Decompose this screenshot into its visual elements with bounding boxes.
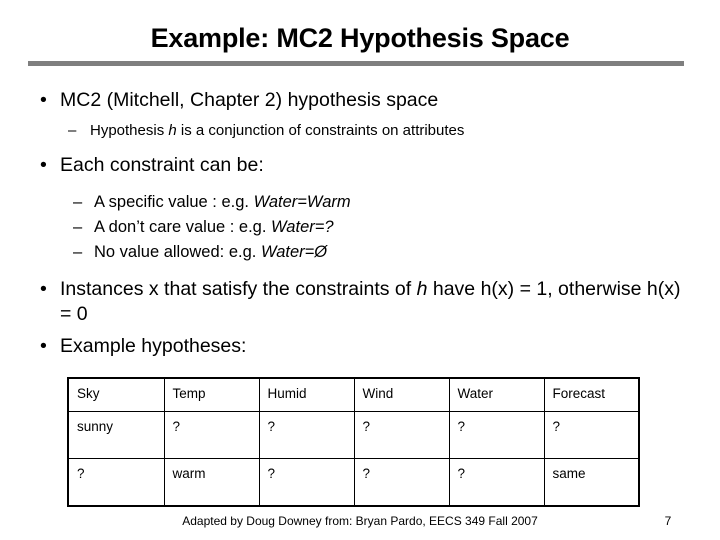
sub-bullet-item-2-1: – A specific value : e.g. Water=Warm <box>28 190 692 215</box>
sub-bullet-item-1-1: – Hypothesis h is a conjunction of const… <box>28 120 692 141</box>
table-cell: ? <box>448 411 545 459</box>
table-header-cell: Temp <box>163 377 260 412</box>
slide: Example: MC2 Hypothesis Space • MC2 (Mit… <box>0 0 720 540</box>
table-header-cell: Sky <box>67 377 165 412</box>
page-title: Example: MC2 Hypothesis Space <box>150 23 570 53</box>
table-cell: ? <box>258 411 355 459</box>
bullet-item-2: • Each constraint can be: <box>28 153 692 178</box>
table-header-cell: Water <box>448 377 545 412</box>
table-cell: ? <box>448 458 545 507</box>
table-header-cell: Forecast <box>543 377 640 412</box>
footer-credit: Adapted by Doug Downey from: Bryan Pardo… <box>182 514 538 528</box>
dash-glyph-icon: – <box>68 122 77 139</box>
table-cell: ? <box>258 458 355 507</box>
table-header-cell: Wind <box>353 377 450 412</box>
table-cell: ? <box>353 458 450 507</box>
bullet-glyph-icon: • <box>40 89 47 111</box>
sub-bullet-2-3-pre: No value allowed: e.g. <box>94 243 261 261</box>
sub-bullet-2-2-pre: A don’t care value : e.g. <box>94 218 272 236</box>
table-cell: ? <box>67 458 165 507</box>
bullet-item-3-pre: Instances x that satisfy the constraints… <box>60 278 417 300</box>
sub-bullet-item-2-3: – No value allowed: e.g. Water=Ø <box>28 240 692 265</box>
bullet-item-4: • Example hypotheses: <box>28 334 692 359</box>
bullet-item-3-italic: h <box>416 278 428 300</box>
dash-glyph-icon: – <box>73 193 83 211</box>
table-header-row: Sky Temp Humid Wind Water Forecast <box>67 377 640 412</box>
bullet-item-2-label: Each constraint can be: <box>60 154 264 176</box>
bullet-glyph-icon: • <box>40 335 47 357</box>
table-row: ? warm ? ? ? same <box>67 458 640 507</box>
sub-bullet-2-3-italic: Water=Ø <box>260 243 328 261</box>
sub-bullet-item-2-2: – A don’t care value : e.g. Water=? <box>28 215 692 240</box>
table-cell: sunny <box>67 411 165 459</box>
table-cell: ? <box>163 411 260 459</box>
sub-bullet-1-1-italic: h <box>168 122 177 139</box>
slide-body: • MC2 (Mitchell, Chapter 2) hypothesis s… <box>28 88 692 361</box>
table-row: sunny ? ? ? ? ? <box>67 411 640 459</box>
table-header-cell: Humid <box>258 377 355 412</box>
dash-glyph-icon: – <box>73 243 83 261</box>
table-cell: warm <box>163 458 260 507</box>
bullet-item-4-label: Example hypotheses: <box>60 335 247 357</box>
bullet-glyph-icon: • <box>40 278 47 300</box>
table-cell: ? <box>353 411 450 459</box>
bullet-item-1-label: MC2 (Mitchell, Chapter 2) hypothesis spa… <box>60 89 439 111</box>
sub-bullet-1-1-post: is a conjunction of constraints on attri… <box>176 122 465 139</box>
bullet-item-3: • Instances x that satisfy the constrain… <box>28 277 692 327</box>
sub-bullet-2-2-italic: Water=? <box>271 218 334 236</box>
sub-bullet-2-1-pre: A specific value : e.g. <box>94 193 254 211</box>
bullet-item-1: • MC2 (Mitchell, Chapter 2) hypothesis s… <box>28 88 692 113</box>
bullet-glyph-icon: • <box>40 154 47 176</box>
sub-bullet-1-1-pre: Hypothesis <box>90 122 169 139</box>
table-cell: same <box>543 458 640 507</box>
sub-bullet-2-1-italic: Water=Warm <box>253 193 351 211</box>
slide-number: 7 <box>664 514 672 528</box>
hypotheses-table: Sky Temp Humid Wind Water Forecast sunny… <box>67 377 640 507</box>
table-cell: ? <box>543 411 640 459</box>
title-divider <box>28 61 684 66</box>
dash-glyph-icon: – <box>73 218 83 236</box>
